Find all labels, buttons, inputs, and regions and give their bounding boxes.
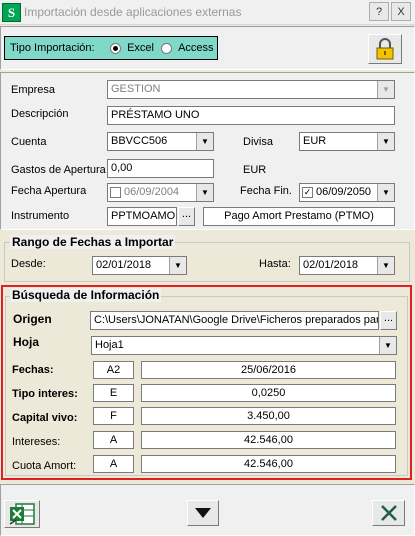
chevron-down-icon[interactable]: ▼ (196, 133, 213, 150)
cuota-amort-preview: 42.546,00 (141, 455, 396, 473)
chevron-down-icon[interactable]: ▼ (377, 257, 394, 274)
capital-vivo-label: Capital vivo: (12, 412, 78, 424)
origen-path-input[interactable]: C:\Users\JONATAN\Google Drive\Ficheros p… (90, 311, 379, 330)
chevron-down-icon[interactable]: ▼ (169, 257, 186, 274)
lock-icon (376, 38, 394, 60)
cuenta-label: Cuenta (11, 136, 47, 148)
busqueda-legend: Búsqueda de Información (10, 288, 162, 302)
app-logo-icon: S (2, 3, 21, 22)
origen-label: Origen (13, 312, 52, 326)
cuenta-value: BBVCC506 (111, 135, 168, 147)
rango-fechas-legend: Rango de Fechas a Importar (10, 235, 176, 249)
instrumento-browse-button[interactable]: ... (178, 207, 195, 226)
arrow-down-icon (195, 508, 211, 518)
desde-label: Desde: (11, 258, 46, 270)
descripcion-label: Descripción (11, 108, 69, 120)
radio-access-dot[interactable] (161, 42, 172, 54)
radio-excel[interactable]: Excel (110, 42, 154, 54)
tipo-interes-preview: 0,0250 (141, 384, 396, 402)
descripcion-input[interactable]: PRÉSTAMO UNO (107, 106, 395, 125)
radio-excel-label: Excel (127, 42, 154, 55)
empresa-label: Empresa (11, 84, 56, 96)
desde-value: 02/01/2018 (96, 259, 152, 271)
radio-access-label: Access (178, 42, 214, 55)
cuota-amort-column-input[interactable]: A (93, 455, 134, 473)
divisa-combo[interactable]: EUR ▼ (299, 132, 395, 151)
fechas-preview: 25/06/2016 (141, 361, 396, 379)
fecha-apertura-checkbox[interactable] (110, 187, 121, 198)
intereses-column-input[interactable]: A (93, 431, 134, 449)
fecha-apertura-value: 06/09/2004 (124, 186, 180, 198)
instrumento-description: Pago Amort Prestamo (PTMO) (203, 207, 395, 226)
title-bar: S Importación desde aplicaciones externa… (0, 0, 415, 25)
intereses-label: Intereses: (12, 436, 61, 448)
fecha-apertura-picker[interactable]: 06/09/2004 ▼ (107, 183, 214, 202)
fecha-fin-label: Fecha Fin. (240, 185, 292, 197)
divisa-label: Divisa (243, 136, 273, 148)
empresa-combo[interactable]: GESTION ▼ (107, 80, 395, 99)
close-window-button[interactable]: X (391, 2, 411, 21)
gastos-apertura-label: Gastos de Apertura (11, 164, 106, 176)
divisa-value: EUR (303, 135, 327, 147)
fechas-column-input[interactable]: A2 (93, 361, 134, 379)
tipo-interes-label: Tipo interes: (12, 388, 78, 400)
instrumento-input[interactable]: PPTMOAMO (107, 207, 177, 226)
chevron-down-icon[interactable]: ▼ (379, 337, 396, 354)
fechas-label: Fechas: (12, 364, 54, 376)
lock-button[interactable] (368, 34, 402, 64)
instrumento-label: Instrumento (11, 210, 70, 222)
tipo-importacion-box: Tipo Importación: Excel Access (4, 36, 218, 60)
origen-browse-button[interactable]: ... (380, 311, 397, 330)
cuenta-combo[interactable]: BBVCC506 ▼ (107, 132, 214, 151)
empresa-value: GESTION (111, 83, 161, 95)
hasta-value: 02/01/2018 (303, 259, 359, 271)
cuota-amort-label: Cuota Amort: (12, 460, 77, 472)
tipo-importacion-label: Tipo Importación: (10, 42, 95, 54)
close-x-icon (380, 505, 397, 521)
fecha-fin-checkbox[interactable]: ✓ (302, 187, 313, 198)
hasta-label: Hasta: (259, 258, 291, 270)
capital-vivo-preview: 3.450,00 (141, 407, 396, 425)
desde-date-picker[interactable]: 02/01/2018 ▼ (92, 256, 187, 275)
hoja-label: Hoja (13, 335, 40, 349)
hasta-date-picker[interactable]: 02/01/2018 ▼ (299, 256, 395, 275)
hoja-value: Hoja1 (95, 339, 124, 351)
excel-icon (9, 503, 35, 525)
fecha-fin-value: 06/09/2050 (316, 186, 372, 198)
excel-import-button[interactable] (4, 500, 40, 528)
chevron-down-icon[interactable]: ▼ (196, 184, 213, 201)
cancel-button[interactable] (372, 500, 405, 526)
gastos-apertura-input[interactable]: 0,00 (107, 159, 214, 178)
window-title: Importación desde aplicaciones externas (24, 5, 242, 19)
radio-access[interactable]: Access (161, 42, 214, 54)
fecha-fin-picker[interactable]: ✓ 06/09/2050 ▼ (299, 183, 395, 202)
radio-excel-dot[interactable] (110, 42, 121, 54)
hoja-combo[interactable]: Hoja1 ▼ (91, 336, 397, 355)
chevron-down-icon[interactable]: ▼ (377, 81, 394, 98)
tipo-interes-column-input[interactable]: E (93, 384, 134, 402)
fecha-apertura-label: Fecha Apertura (11, 185, 87, 197)
help-button[interactable]: ? (369, 2, 389, 21)
intereses-preview: 42.546,00 (141, 431, 396, 449)
gastos-currency: EUR (243, 164, 267, 176)
chevron-down-icon[interactable]: ▼ (377, 184, 394, 201)
capital-vivo-column-input[interactable]: F (93, 407, 134, 425)
next-button[interactable] (187, 500, 219, 526)
chevron-down-icon[interactable]: ▼ (377, 133, 394, 150)
